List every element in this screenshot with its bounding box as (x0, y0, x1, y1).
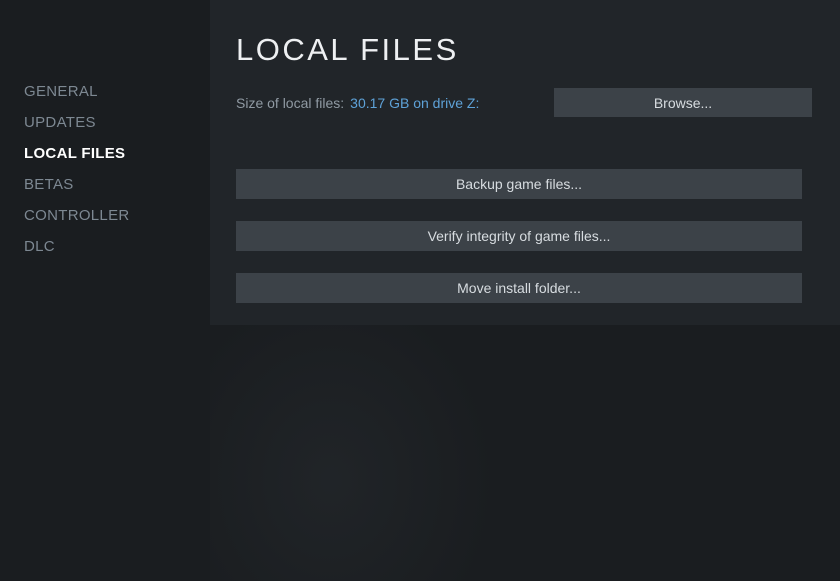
main-panel: LOCAL FILES Size of local files: 30.17 G… (210, 0, 840, 325)
page-title: LOCAL FILES (236, 32, 812, 68)
sidebar-item-label: DLC (24, 238, 55, 255)
verify-button[interactable]: Verify integrity of game files... (236, 221, 802, 251)
sidebar-item-label: BETAS (24, 176, 74, 193)
sidebar-item-label: UPDATES (24, 114, 96, 131)
browse-button[interactable]: Browse... (554, 88, 812, 117)
sidebar-item-controller[interactable]: CONTROLLER (24, 200, 210, 231)
size-value[interactable]: 30.17 GB on drive Z: (350, 95, 479, 111)
size-row: Size of local files: 30.17 GB on drive Z… (236, 88, 812, 117)
sidebar-item-label: LOCAL FILES (24, 145, 125, 162)
sidebar-item-updates[interactable]: UPDATES (24, 107, 210, 138)
sidebar: GENERAL UPDATES LOCAL FILES BETAS CONTRO… (0, 0, 210, 581)
size-text: Size of local files: 30.17 GB on drive Z… (236, 95, 479, 111)
sidebar-item-label: GENERAL (24, 83, 98, 100)
sidebar-item-betas[interactable]: BETAS (24, 169, 210, 200)
sidebar-item-label: CONTROLLER (24, 207, 130, 224)
move-button[interactable]: Move install folder... (236, 273, 802, 303)
size-label: Size of local files: (236, 95, 344, 111)
sidebar-item-general[interactable]: GENERAL (24, 76, 210, 107)
backup-button[interactable]: Backup game files... (236, 169, 802, 199)
sidebar-item-dlc[interactable]: DLC (24, 231, 210, 262)
sidebar-item-local-files[interactable]: LOCAL FILES (24, 138, 210, 169)
